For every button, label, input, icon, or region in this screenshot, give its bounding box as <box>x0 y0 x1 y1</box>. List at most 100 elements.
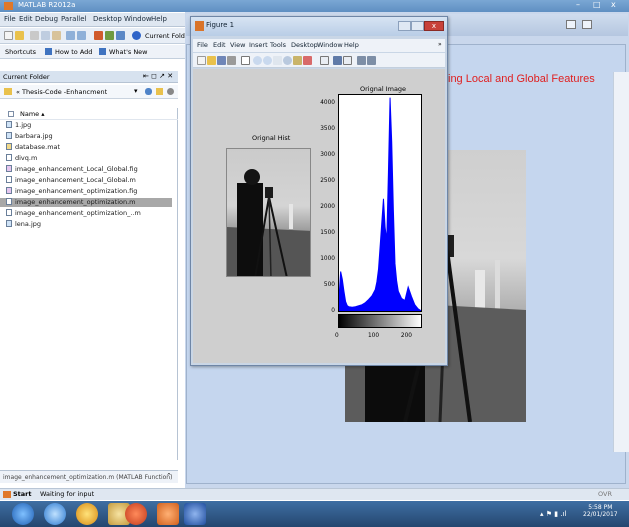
fig-print-icon[interactable] <box>227 56 236 65</box>
folder-path: « Thesis-Code -Enhancment <box>16 88 108 96</box>
pan-icon[interactable] <box>273 56 282 65</box>
name-column-header[interactable]: Name ▴ <box>0 108 178 120</box>
panel-controls-icon[interactable]: ⇤ ◻ ↗ ✕ <box>143 72 173 80</box>
gui-restore-button[interactable] <box>566 20 576 29</box>
up-folder-icon[interactable] <box>156 88 163 95</box>
maximize-button[interactable]: □ <box>593 0 601 9</box>
matlab-taskbar-icon[interactable] <box>157 503 179 525</box>
zoom-in-icon[interactable] <box>253 56 262 65</box>
vertical-scrollbar[interactable] <box>613 72 629 452</box>
open-folder-icon[interactable] <box>15 31 24 40</box>
undo-icon[interactable] <box>66 31 75 40</box>
hide-plot-tools-icon[interactable] <box>357 56 366 65</box>
guide-icon[interactable] <box>105 31 114 40</box>
original-image-thumbnail <box>226 148 311 277</box>
menu-parallel[interactable]: Parallel <box>61 15 87 23</box>
file-list-item[interactable]: 1.jpg <box>6 121 31 130</box>
screen: MATLAB R2012a – □ x File Edit Debug Para… <box>0 0 629 527</box>
data-cursor-icon[interactable] <box>293 56 302 65</box>
figure-menu-help[interactable]: Help <box>344 41 359 49</box>
figure-menu-edit[interactable]: Edit <box>213 41 226 49</box>
file-list-item[interactable]: lena.jpg <box>6 220 41 229</box>
gear-icon[interactable] <box>167 88 174 95</box>
file-details-bar: image_enhancement_optimization.m (MATLAB… <box>0 470 178 483</box>
profiler-icon[interactable] <box>116 31 125 40</box>
file-list-item[interactable]: image_enhancement_optimization_..m <box>6 209 141 218</box>
link-plot-icon[interactable] <box>320 56 329 65</box>
file-name: 1.jpg <box>15 121 32 129</box>
file-list-item[interactable]: database.mat <box>6 143 60 152</box>
y-tick-label: 3000 <box>320 152 335 159</box>
paste-icon[interactable] <box>52 31 61 40</box>
m-file-icon <box>6 154 12 161</box>
simulink-icon[interactable] <box>94 31 103 40</box>
select-all-icon[interactable] <box>8 111 14 117</box>
file-name: database.mat <box>15 143 61 151</box>
file-list-item[interactable]: barbara.jpg <box>6 132 53 141</box>
close-button[interactable]: x <box>611 0 616 9</box>
figure-menu-window[interactable]: Window <box>317 41 343 49</box>
help-icon[interactable] <box>132 31 141 40</box>
figure-menu-bar: File Edit View Insert Tools Desktop Wind… <box>193 39 445 52</box>
fig-new-icon[interactable] <box>197 56 206 65</box>
file-list-item[interactable]: image_enhancement_optimization.m <box>0 198 172 207</box>
file-list-item[interactable]: image_enhancement_Local_Global.m <box>6 176 136 185</box>
zoom-out-icon[interactable] <box>263 56 272 65</box>
gui-close-button[interactable] <box>582 20 592 29</box>
menu-file[interactable]: File <box>4 15 16 23</box>
legend-icon[interactable] <box>343 56 352 65</box>
system-tray-icons[interactable]: ▴ ⚑ ▮ .ıl <box>540 510 566 518</box>
redo-icon[interactable] <box>77 31 86 40</box>
collapse-icon[interactable]: ⌃ <box>166 472 172 480</box>
menu-edit[interactable]: Edit <box>19 15 33 23</box>
file-name: image_enhancement_optimization.m <box>15 198 136 206</box>
file-name: barbara.jpg <box>15 132 53 140</box>
figure-maximize-button[interactable] <box>411 21 424 31</box>
cut-icon[interactable] <box>30 31 39 40</box>
folder-path-bar[interactable]: « Thesis-Code -Enhancment ▾ <box>0 85 178 99</box>
word-icon[interactable] <box>184 503 206 525</box>
figure-menu-tools[interactable]: Tools <box>270 41 286 49</box>
menu-desktop[interactable]: Desktop <box>93 15 122 23</box>
chrome-icon[interactable] <box>76 503 98 525</box>
start-icon <box>3 491 11 498</box>
y-tick-label: 1500 <box>320 230 335 237</box>
brush-icon[interactable] <box>303 56 312 65</box>
file-list-item[interactable]: divq.m <box>6 154 37 163</box>
search-icon[interactable] <box>145 88 152 95</box>
figure-menu-insert[interactable]: Insert <box>249 41 268 49</box>
colorbar-icon[interactable] <box>333 56 342 65</box>
figure-menu-desktop[interactable]: Desktop <box>291 41 318 49</box>
clock[interactable]: 5:58 PM 22/01/2017 <box>583 504 618 518</box>
file-list-item[interactable]: image_enhancement_Local_Global.fig <box>6 165 138 174</box>
figure-toolbar <box>193 53 445 68</box>
new-file-icon[interactable] <box>4 31 13 40</box>
figure-menu-file[interactable]: File <box>197 41 208 49</box>
figure-close-button[interactable]: x <box>424 21 444 31</box>
shortcuts-label[interactable]: Shortcuts <box>5 48 36 56</box>
internet-explorer-icon[interactable] <box>44 503 66 525</box>
menu-window[interactable]: Window <box>124 15 152 23</box>
fig-pointer-icon[interactable] <box>241 56 250 65</box>
media-player-icon[interactable] <box>125 503 147 525</box>
y-tick-label: 3500 <box>320 126 335 133</box>
windows-start-icon[interactable] <box>12 503 34 525</box>
menu-help[interactable]: Help <box>151 15 167 23</box>
show-plot-tools-icon[interactable] <box>367 56 376 65</box>
figure-minimize-button[interactable] <box>398 21 411 31</box>
menu-debug[interactable]: Debug <box>35 15 58 23</box>
path-dropdown-icon[interactable]: ▾ <box>134 87 138 95</box>
x-tick-label: 0 <box>335 333 339 339</box>
file-list-item[interactable]: image_enhancement_optimization.fig <box>6 187 137 196</box>
how-to-add-link[interactable]: How to Add <box>55 48 92 56</box>
rotate-icon[interactable] <box>283 56 292 65</box>
start-button[interactable]: Start <box>13 490 32 498</box>
menu-overflow-icon[interactable]: » <box>438 41 442 48</box>
fig-open-icon[interactable] <box>207 56 216 65</box>
minimize-button[interactable]: – <box>576 0 580 9</box>
copy-icon[interactable] <box>41 31 50 40</box>
fig-save-icon[interactable] <box>217 56 226 65</box>
mat-file-icon <box>6 143 12 150</box>
figure-menu-view[interactable]: View <box>230 41 245 49</box>
whats-new-link[interactable]: What's New <box>109 48 148 56</box>
